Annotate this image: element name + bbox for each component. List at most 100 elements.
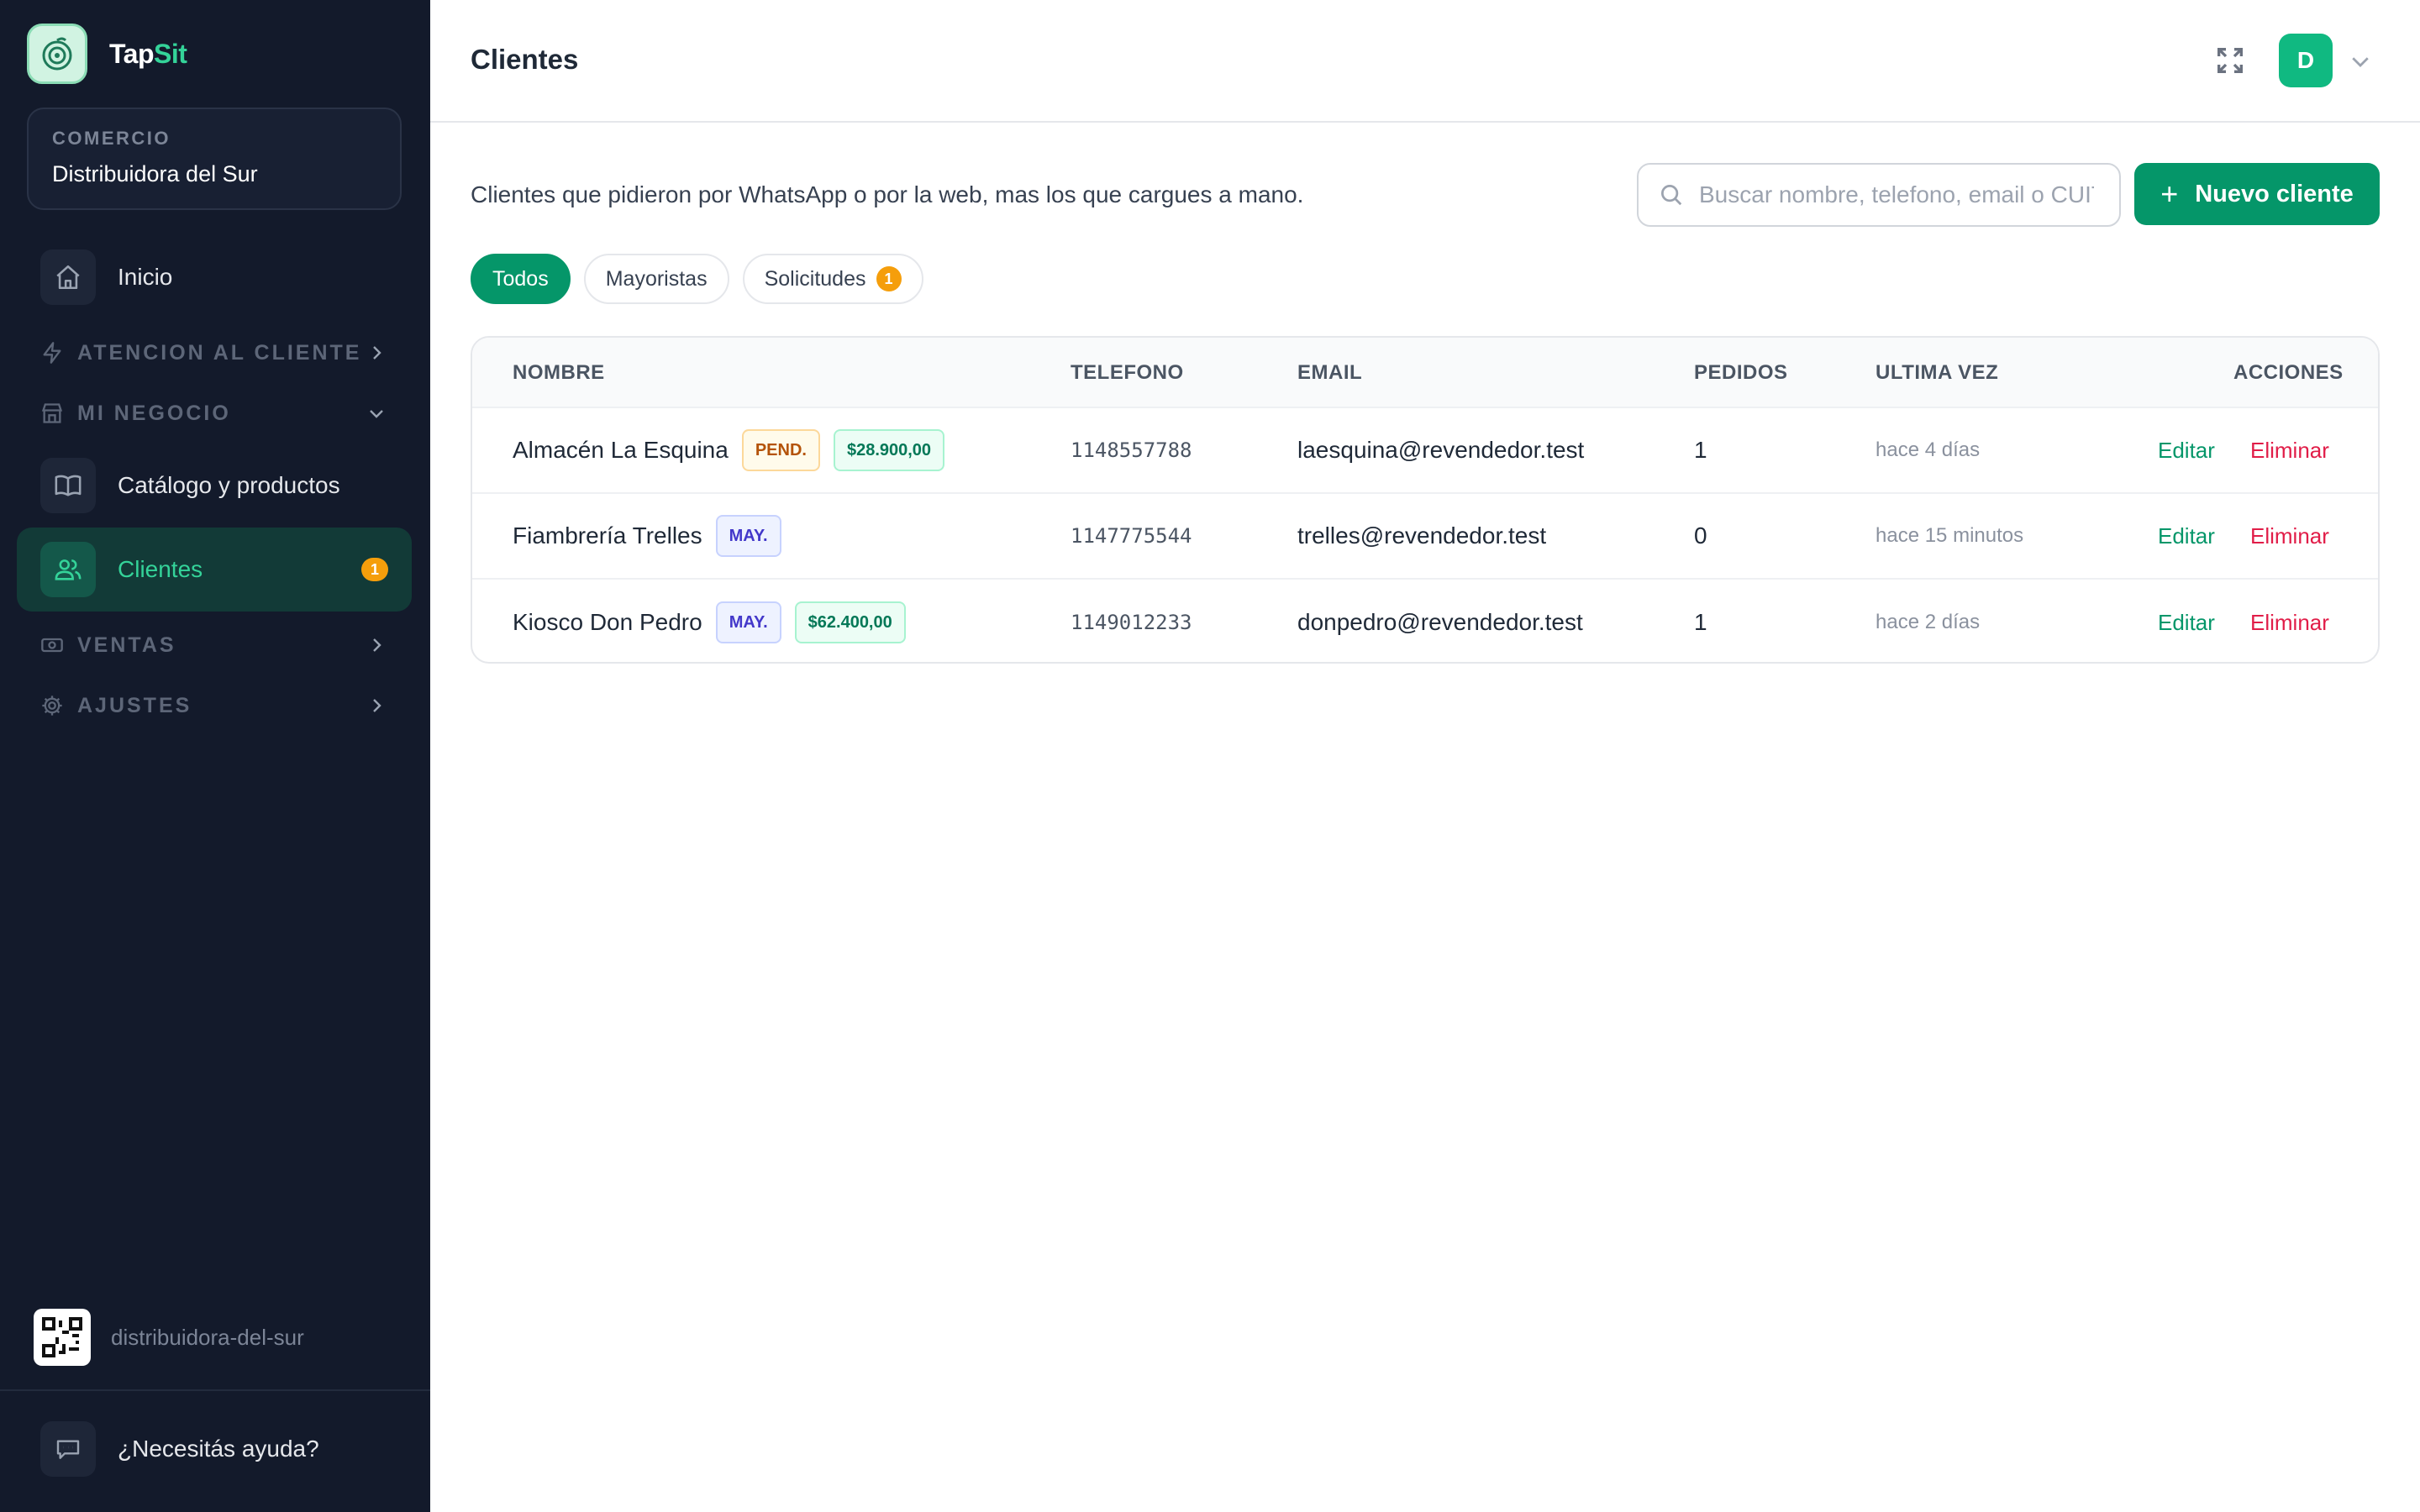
store-icon xyxy=(41,403,63,423)
clients-table: NOMBRE TELEFONO EMAIL PEDIDOS ULTIMA VEZ… xyxy=(471,336,2380,664)
delete-label: Eliminar xyxy=(2250,437,2329,463)
store-label: COMERCIO xyxy=(52,128,171,149)
filter-solicitudes[interactable]: Solicitudes 1 xyxy=(742,254,923,304)
search-icon xyxy=(1661,185,1682,206)
client-name-cell: Kiosco Don Pedro MAY. $62.400,00 xyxy=(513,580,906,662)
sidebar-item-label: Inicio xyxy=(118,264,173,290)
gear-icon xyxy=(42,696,62,716)
search-box[interactable] xyxy=(1637,163,2121,227)
page-description: Clientes que pidieron por WhatsApp o por… xyxy=(471,181,1304,207)
avatar[interactable]: D xyxy=(2279,34,2333,87)
client-name-cell: Fiambrería Trelles MAY. xyxy=(513,494,781,578)
page-title: Clientes xyxy=(471,44,579,75)
filter-label: Solicitudes xyxy=(764,266,866,291)
sidebar-section-label: ATENCION AL CLIENTE xyxy=(77,340,362,365)
email-cell: donpedro@revendedor.test xyxy=(1297,609,1583,635)
phone-cell: 1148557788 xyxy=(1071,438,1192,462)
edit-label: Editar xyxy=(2158,437,2215,463)
sidebar-item-label: Clientes xyxy=(118,556,203,582)
sidebar-section-ventas[interactable]: VENTAS xyxy=(40,628,393,662)
users-icon xyxy=(40,542,96,597)
table-row: Kiosco Don Pedro MAY. $62.400,00 1149012… xyxy=(472,580,2378,662)
filter-label: Todos xyxy=(492,266,549,291)
filter-label: Mayoristas xyxy=(605,266,708,291)
delete-link[interactable]: Eliminar xyxy=(2250,408,2329,492)
cash-icon xyxy=(41,638,63,653)
email-cell: laesquina@revendedor.test xyxy=(1297,437,1585,463)
sidebar-section-label: VENTAS xyxy=(77,633,176,657)
wholesale-badge: MAY. xyxy=(715,601,781,643)
filter-tabs: Todos Mayoristas Solicitudes 1 xyxy=(471,254,937,304)
sidebar-item-clientes[interactable]: Clientes 1 xyxy=(17,528,412,612)
store-link-qr[interactable]: distribuidora-del-sur xyxy=(34,1309,304,1366)
brand[interactable]: TapSit xyxy=(27,24,187,84)
edit-link[interactable]: Editar xyxy=(2158,408,2215,492)
sidebar-section-atencion[interactable]: ATENCION AL CLIENTE xyxy=(40,336,393,370)
help-button[interactable]: ¿Necesitás ayuda? xyxy=(40,1421,319,1477)
table-header: NOMBRE TELEFONO EMAIL PEDIDOS ULTIMA VEZ… xyxy=(472,338,2378,408)
last-seen-cell: hace 2 días xyxy=(1876,611,1981,633)
top-bar: Clientes D xyxy=(430,0,2420,123)
sidebar-section-mi-negocio[interactable]: MI NEGOCIO xyxy=(40,396,393,430)
clients-count-badge: 1 xyxy=(361,558,388,581)
phone-cell: 1147775544 xyxy=(1071,524,1192,548)
edit-label: Editar xyxy=(2158,522,2215,549)
store-slug: distribuidora-del-sur xyxy=(111,1324,304,1350)
wholesale-badge: MAY. xyxy=(715,515,781,557)
sidebar-item-catalogo[interactable]: Catálogo y productos xyxy=(17,444,412,528)
requests-count-badge: 1 xyxy=(876,266,902,291)
delete-label: Eliminar xyxy=(2250,522,2329,549)
sidebar-section-label: AJUSTES xyxy=(77,693,192,717)
store-name: Distribuidora del Sur xyxy=(52,161,258,186)
table-row: Almacén La Esquina PEND. $28.900,00 1148… xyxy=(472,408,2378,494)
edit-link[interactable]: Editar xyxy=(2158,580,2215,662)
phone-cell: 1149012233 xyxy=(1071,611,1192,634)
sidebar-item-label: Catálogo y productos xyxy=(118,472,340,498)
sidebar: TapSit COMERCIO Distribuidora del Sur In… xyxy=(0,0,430,1512)
delete-label: Eliminar xyxy=(2250,609,2329,635)
qr-code-icon xyxy=(34,1309,91,1366)
delete-link[interactable]: Eliminar xyxy=(2250,494,2329,578)
search-input[interactable] xyxy=(1699,181,2094,208)
brand-logo-icon xyxy=(27,24,87,84)
sidebar-section-label: MI NEGOCIO xyxy=(77,401,231,425)
plus-icon: + xyxy=(2160,176,2179,211)
orders-cell: 0 xyxy=(1694,522,1707,549)
last-seen-cell: hace 4 días xyxy=(1876,438,1981,461)
last-seen-cell: hace 15 minutos xyxy=(1876,524,2024,547)
edit-label: Editar xyxy=(2158,609,2215,635)
client-name[interactable]: Fiambrería Trelles xyxy=(513,522,702,549)
chevron-right-icon xyxy=(373,346,381,360)
fullscreen-button[interactable] xyxy=(2213,44,2247,77)
delete-link[interactable]: Eliminar xyxy=(2250,580,2329,662)
column-header-email[interactable]: EMAIL xyxy=(1297,361,1362,385)
store-selector[interactable]: COMERCIO Distribuidora del Sur xyxy=(27,108,402,210)
help-label: ¿Necesitás ayuda? xyxy=(118,1436,319,1462)
new-client-button[interactable]: + Nuevo cliente xyxy=(2134,163,2380,225)
edit-link[interactable]: Editar xyxy=(2158,494,2215,578)
sidebar-section-ajustes[interactable]: AJUSTES xyxy=(40,689,393,722)
client-name-cell: Almacén La Esquina PEND. $28.900,00 xyxy=(513,408,945,492)
column-header-pedidos[interactable]: PEDIDOS xyxy=(1694,361,1788,385)
new-client-label: Nuevo cliente xyxy=(2195,180,2354,207)
column-header-nombre[interactable]: NOMBRE xyxy=(513,361,605,385)
amount-badge: $28.900,00 xyxy=(833,429,945,471)
filter-mayoristas[interactable]: Mayoristas xyxy=(583,254,729,304)
sidebar-item-inicio[interactable]: Inicio xyxy=(17,235,412,319)
client-name[interactable]: Almacén La Esquina xyxy=(513,437,729,464)
orders-cell: 1 xyxy=(1694,609,1707,635)
column-header-ultima-vez[interactable]: ULTIMA VEZ xyxy=(1876,361,1998,385)
column-header-telefono[interactable]: TELEFONO xyxy=(1071,361,1184,385)
brand-name: TapSit xyxy=(109,38,187,69)
filter-todos[interactable]: Todos xyxy=(471,254,571,304)
email-cell: trelles@revendedor.test xyxy=(1297,522,1547,549)
chevron-right-icon xyxy=(373,699,381,712)
client-name[interactable]: Kiosco Don Pedro xyxy=(513,609,702,636)
orders-cell: 1 xyxy=(1694,437,1707,463)
expand-icon xyxy=(2217,48,2243,73)
sidebar-divider xyxy=(0,1389,430,1391)
chevron-down-icon[interactable] xyxy=(2348,49,2373,74)
chevron-down-icon xyxy=(370,410,383,418)
table-row: Fiambrería Trelles MAY. 1147775544 trell… xyxy=(472,494,2378,580)
chevron-right-icon xyxy=(373,638,381,652)
